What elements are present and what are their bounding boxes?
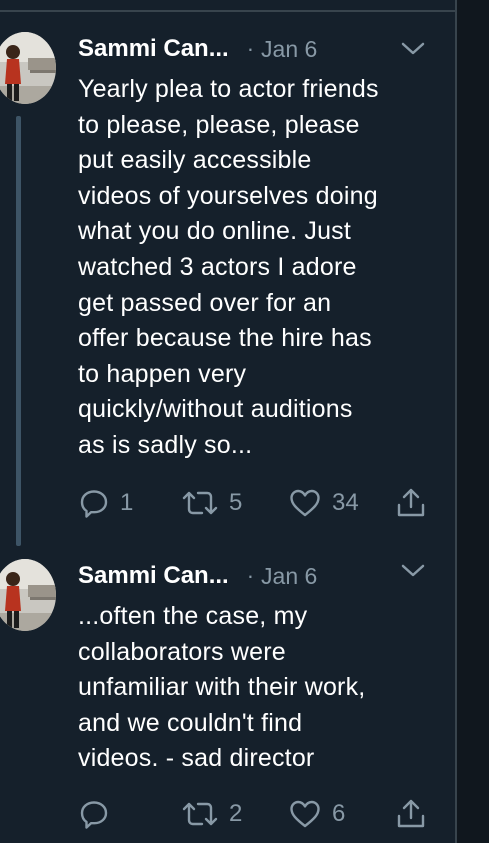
tweet-date[interactable]: Jan 6 — [261, 36, 317, 63]
chevron-down-icon[interactable] — [400, 40, 426, 58]
tweet-2[interactable]: Sammi Can... · Jan 6 ...often the case, … — [0, 545, 455, 843]
tweet-text: Yearly plea to actor friends to please, … — [78, 72, 450, 464]
reply-button[interactable] — [78, 797, 120, 831]
tweet-text-line: to please, please, please — [78, 110, 360, 139]
tweet-text-line: ...often the case, my — [78, 602, 308, 630]
chevron-down-icon[interactable] — [400, 562, 426, 580]
tweet-text-line: Yearly plea to actor friends — [78, 75, 379, 103]
tweet-text: ...often the case, my collaborators were… — [78, 599, 450, 777]
reply-button[interactable]: 1 — [78, 486, 133, 520]
tweet-text-line: unfamiliar with their work, — [78, 673, 366, 702]
like-icon — [290, 800, 320, 828]
separator-dot: · — [246, 36, 255, 61]
tweet-header: Sammi Can... · Jan 6 — [78, 561, 317, 591]
avatar[interactable] — [0, 32, 56, 104]
tweet-text-line: offer because the hire has — [78, 324, 372, 353]
reply-icon — [80, 490, 108, 518]
retweet-button[interactable]: 2 — [181, 797, 242, 831]
like-icon — [290, 489, 320, 517]
tweet-1[interactable]: Sammi Can... · Jan 6 Yearly plea to acto… — [0, 0, 455, 546]
tweet-text-line: watched 3 actors I adore — [78, 252, 357, 281]
like-count: 6 — [332, 800, 346, 827]
tweet-text-line: videos. - sad director — [78, 744, 315, 773]
reply-count: 1 — [120, 489, 134, 516]
tweet-text-line: quickly/without auditions — [78, 395, 353, 424]
share-button[interactable] — [394, 797, 428, 831]
like-count: 34 — [332, 489, 359, 516]
avatar[interactable] — [0, 559, 56, 631]
tweet-text-line: videos of yourselves doing — [78, 181, 378, 210]
avatar-photo-icon — [0, 559, 56, 631]
tweet-text-line: put easily accessible — [78, 146, 312, 175]
tweet-date[interactable]: Jan 6 — [261, 563, 317, 590]
retweet-button[interactable]: 5 — [181, 486, 242, 520]
share-icon — [397, 799, 425, 828]
tweet-text-line: and we couldn't find — [78, 708, 303, 737]
retweet-icon — [182, 802, 218, 826]
thread-line — [16, 116, 21, 546]
retweet-icon — [182, 491, 218, 515]
reply-icon — [80, 801, 108, 829]
share-button[interactable] — [394, 486, 428, 520]
tweet-text-line: to happen very — [78, 359, 247, 388]
side-column — [457, 0, 489, 843]
retweet-count: 5 — [229, 489, 243, 516]
like-button[interactable]: 34 — [288, 486, 359, 520]
tweet-text-line: what you do online. Just — [78, 217, 352, 246]
retweet-count: 2 — [229, 800, 243, 827]
tweet-text-line: get passed over for an — [78, 288, 332, 317]
like-button[interactable]: 6 — [288, 797, 345, 831]
tweet-text-line: as is sadly so... — [78, 430, 253, 459]
share-icon — [397, 488, 425, 517]
avatar-photo-icon — [0, 32, 56, 104]
tweet-header: Sammi Can... · Jan 6 — [78, 34, 317, 64]
separator-dot: · — [246, 563, 255, 588]
tweet-text-line: collaborators were — [78, 637, 286, 666]
author-name[interactable]: Sammi Can... — [78, 35, 229, 63]
author-name[interactable]: Sammi Can... — [78, 562, 229, 590]
